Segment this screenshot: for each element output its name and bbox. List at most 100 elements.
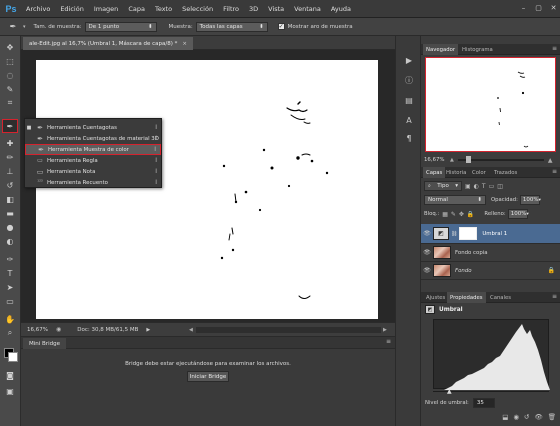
tab-histograma[interactable]: Histograma <box>459 44 496 55</box>
flyout-item-eyedropper[interactable]: ■ ✒ Herramienta Cuentagotas I <box>25 122 161 133</box>
close-icon[interactable]: ✕ <box>548 3 559 13</box>
screen-mode-icon[interactable]: ▣ <box>3 385 17 397</box>
tab-trazados[interactable]: Trazados <box>491 167 520 178</box>
tab-propiedades[interactable]: Propiedades <box>447 292 486 303</box>
show-ring-checkbox[interactable]: ✓ <box>277 23 285 30</box>
view-previous-icon[interactable]: ◉ <box>513 413 519 421</box>
zoom-out-icon[interactable]: ▲ <box>450 157 454 163</box>
type-tool-icon[interactable]: T <box>3 267 17 279</box>
eraser-tool-icon[interactable]: ◧ <box>3 193 17 205</box>
type-filter-icon[interactable]: T <box>482 183 486 190</box>
history-brush-tool-icon[interactable]: ↺ <box>3 179 17 191</box>
dodge-tool-icon[interactable]: ◐ <box>3 235 17 247</box>
layer-mask-thumbnail[interactable] <box>459 227 478 240</box>
close-tab-icon[interactable]: × <box>182 41 187 47</box>
delete-icon[interactable]: 🗑 <box>548 413 556 421</box>
brush-presets-icon[interactable]: ▤ <box>402 94 416 106</box>
menu-ventana[interactable]: Ventana <box>294 5 321 13</box>
quick-mask-icon[interactable]: ◙ <box>3 369 17 381</box>
panel-menu-icon[interactable]: ≡ <box>552 45 557 52</box>
tab-color[interactable]: Color <box>469 167 489 178</box>
reset-icon[interactable]: ↺ <box>524 413 529 421</box>
flyout-item-color-sampler[interactable]: ✒ Herramienta Muestra de color I <box>25 144 161 155</box>
lock-all-icon[interactable]: 🔒 <box>467 211 474 218</box>
quick-selection-tool-icon[interactable]: ✎ <box>3 83 17 95</box>
healing-brush-tool-icon[interactable]: ✚ <box>3 137 17 149</box>
pen-tool-icon[interactable]: ✑ <box>3 253 17 265</box>
menu-3d[interactable]: 3D <box>249 5 258 13</box>
zoom-slider-thumb[interactable] <box>465 156 471 163</box>
menu-capa[interactable]: Capa <box>128 5 145 13</box>
layer-row-fondo-copia[interactable]: 👁 Fondo copia <box>421 244 560 262</box>
minimize-icon[interactable]: – <box>518 3 529 13</box>
menu-ayuda[interactable]: Ayuda <box>331 5 351 13</box>
launch-bridge-button[interactable]: Iniciar Bridge <box>187 371 229 382</box>
hand-tool-icon[interactable]: ✋ <box>3 313 17 325</box>
flyout-item-note[interactable]: ▭ Herramienta Nota I <box>25 166 161 177</box>
move-tool-icon[interactable]: ✥ <box>3 41 17 53</box>
zoom-in-icon[interactable]: ▲ <box>548 157 553 164</box>
layer-row-fondo[interactable]: 👁 Fondo 🔒 <box>421 262 560 280</box>
navigator-preview[interactable] <box>425 57 556 152</box>
maximize-icon[interactable]: ▢ <box>533 3 544 13</box>
menu-edicion[interactable]: Edición <box>60 5 84 13</box>
lock-transparency-icon[interactable]: ▦ <box>442 211 448 218</box>
toggle-visibility-icon[interactable]: 👁 <box>534 413 542 421</box>
scroll-left-icon[interactable]: ◀ <box>189 327 193 333</box>
info-icon[interactable]: ⓘ <box>402 74 416 86</box>
visibility-eye-icon[interactable]: 👁 <box>421 267 433 274</box>
lock-image-icon[interactable]: ✎ <box>451 211 456 218</box>
play-icon[interactable]: ▶ <box>402 54 416 66</box>
menu-imagen[interactable]: Imagen <box>94 5 118 13</box>
background-color-swatch[interactable] <box>8 352 18 362</box>
blur-tool-icon[interactable]: ● <box>3 221 17 233</box>
horizontal-scrollbar[interactable] <box>196 327 381 333</box>
visibility-eye-icon[interactable]: 👁 <box>421 230 433 237</box>
eyedropper-tool-icon[interactable]: ✒ <box>2 119 18 133</box>
layer-filter-select[interactable]: ⌕ Tipo ▾ <box>424 181 462 191</box>
tab-canales[interactable]: Canales <box>487 292 514 303</box>
blend-mode-select[interactable]: Normal ⬍ <box>424 195 486 205</box>
clip-to-layer-icon[interactable]: ⬓ <box>502 413 508 421</box>
menu-seleccion[interactable]: Selección <box>182 5 213 13</box>
crop-tool-icon[interactable]: ⌗ <box>3 97 17 109</box>
flyout-item-eyedropper-3d[interactable]: ✒ Herramienta Cuentagotas de material 3D… <box>25 133 161 144</box>
threshold-level-input[interactable]: 35 <box>472 398 495 408</box>
sample-select[interactable]: Todas las capas ⬍ <box>195 21 268 32</box>
lock-position-icon[interactable]: ✥ <box>459 211 464 218</box>
shape-tool-icon[interactable]: ▭ <box>3 295 17 307</box>
scroll-right-icon[interactable]: ▶ <box>383 327 387 333</box>
layer-row-umbral[interactable]: 👁 ◩ ⛓ Umbral 1 <box>421 224 560 244</box>
path-selection-tool-icon[interactable]: ➤ <box>3 281 17 293</box>
opacity-input[interactable]: 100% ▾ <box>519 195 541 205</box>
panel-menu-icon[interactable]: ≡ <box>552 293 557 300</box>
pixel-filter-icon[interactable]: ▣ <box>465 183 471 190</box>
smart-object-filter-icon[interactable]: ◫ <box>497 183 503 190</box>
eyedropper-icon[interactable]: ✒ <box>6 21 20 33</box>
tool-preset-chevron-icon[interactable]: ▾ <box>23 24 26 30</box>
flyout-item-count[interactable]: ¹²³ Herramienta Recuento I <box>25 177 161 188</box>
tab-historia[interactable]: Historia <box>443 167 469 178</box>
tab-navegador[interactable]: Navegador <box>423 44 458 55</box>
paragraph-icon[interactable]: ¶ <box>402 132 416 144</box>
zoom-tool-icon[interactable]: ⌕ <box>3 327 17 339</box>
panel-menu-icon[interactable]: ≡ <box>552 168 557 175</box>
threshold-slider-thumb[interactable]: ▲ <box>447 389 452 395</box>
navigator-zoom-slider[interactable] <box>457 156 544 163</box>
document-canvas[interactable] <box>36 60 378 319</box>
tab-ajustes[interactable]: Ajustes <box>423 292 448 303</box>
visibility-eye-icon[interactable]: 👁 <box>421 249 433 256</box>
chain-link-icon[interactable]: ⛓ <box>451 231 457 237</box>
brush-tool-icon[interactable]: ✏ <box>3 151 17 163</box>
tab-capas[interactable]: Capas <box>423 167 446 178</box>
gradient-tool-icon[interactable]: ▬ <box>3 207 17 219</box>
share-icon[interactable]: ◉ <box>56 326 61 333</box>
navigator-zoom-value[interactable]: 16,67% <box>424 157 450 163</box>
threshold-histogram[interactable] <box>433 319 550 390</box>
mini-bridge-tab[interactable]: Mini Bridge <box>23 338 66 349</box>
marquee-tool-icon[interactable]: ⬚ <box>3 55 17 67</box>
panel-menu-icon[interactable]: ≡ <box>386 338 391 345</box>
flyout-item-ruler[interactable]: ▭ Herramienta Regla I <box>25 155 161 166</box>
fill-input[interactable]: 100% ▾ <box>507 209 529 219</box>
menu-texto[interactable]: Texto <box>155 5 172 13</box>
